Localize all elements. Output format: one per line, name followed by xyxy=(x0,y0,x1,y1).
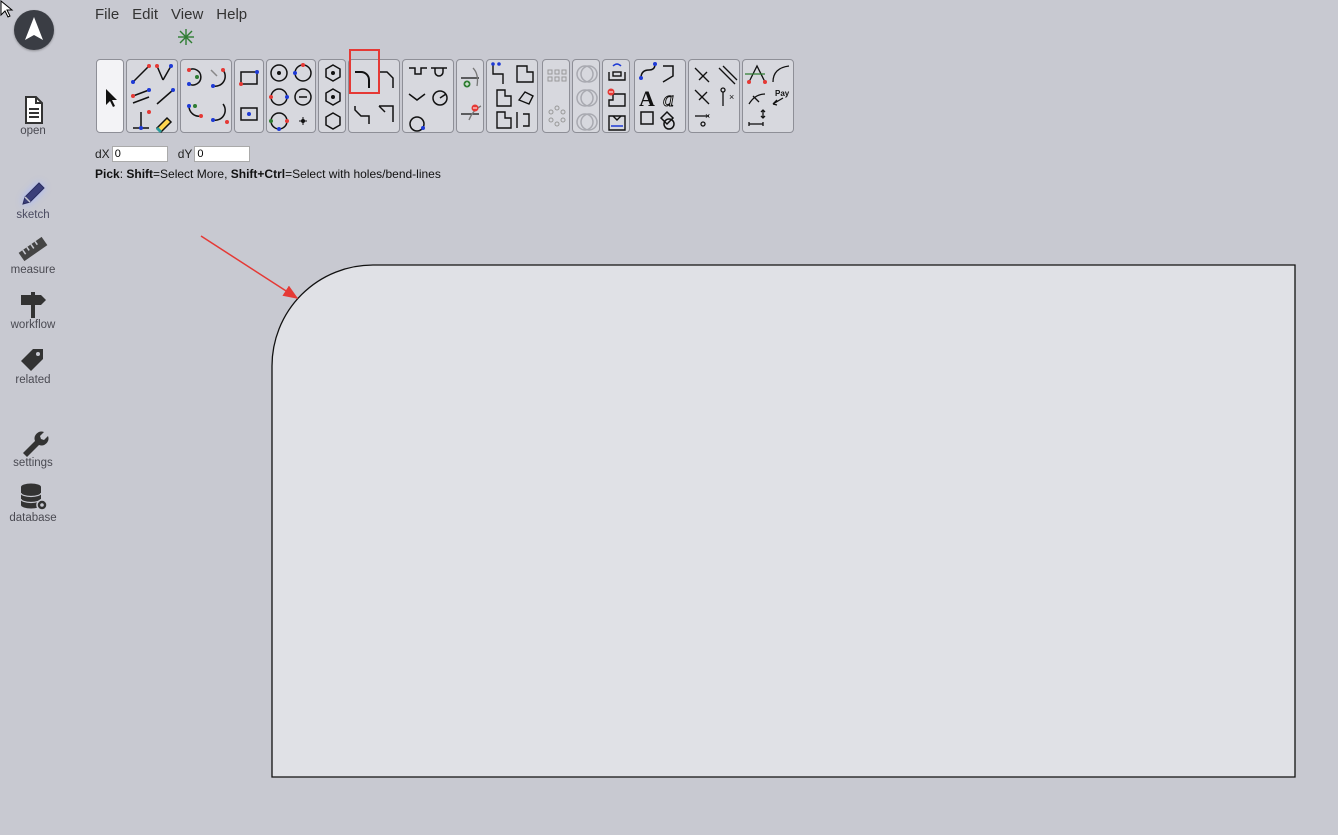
mouse-cursor-icon xyxy=(0,0,14,18)
sketch-shape-rounded-corner[interactable] xyxy=(271,264,1296,778)
drawing-canvas[interactable] xyxy=(0,0,1338,835)
annotation-arrow xyxy=(200,235,299,299)
